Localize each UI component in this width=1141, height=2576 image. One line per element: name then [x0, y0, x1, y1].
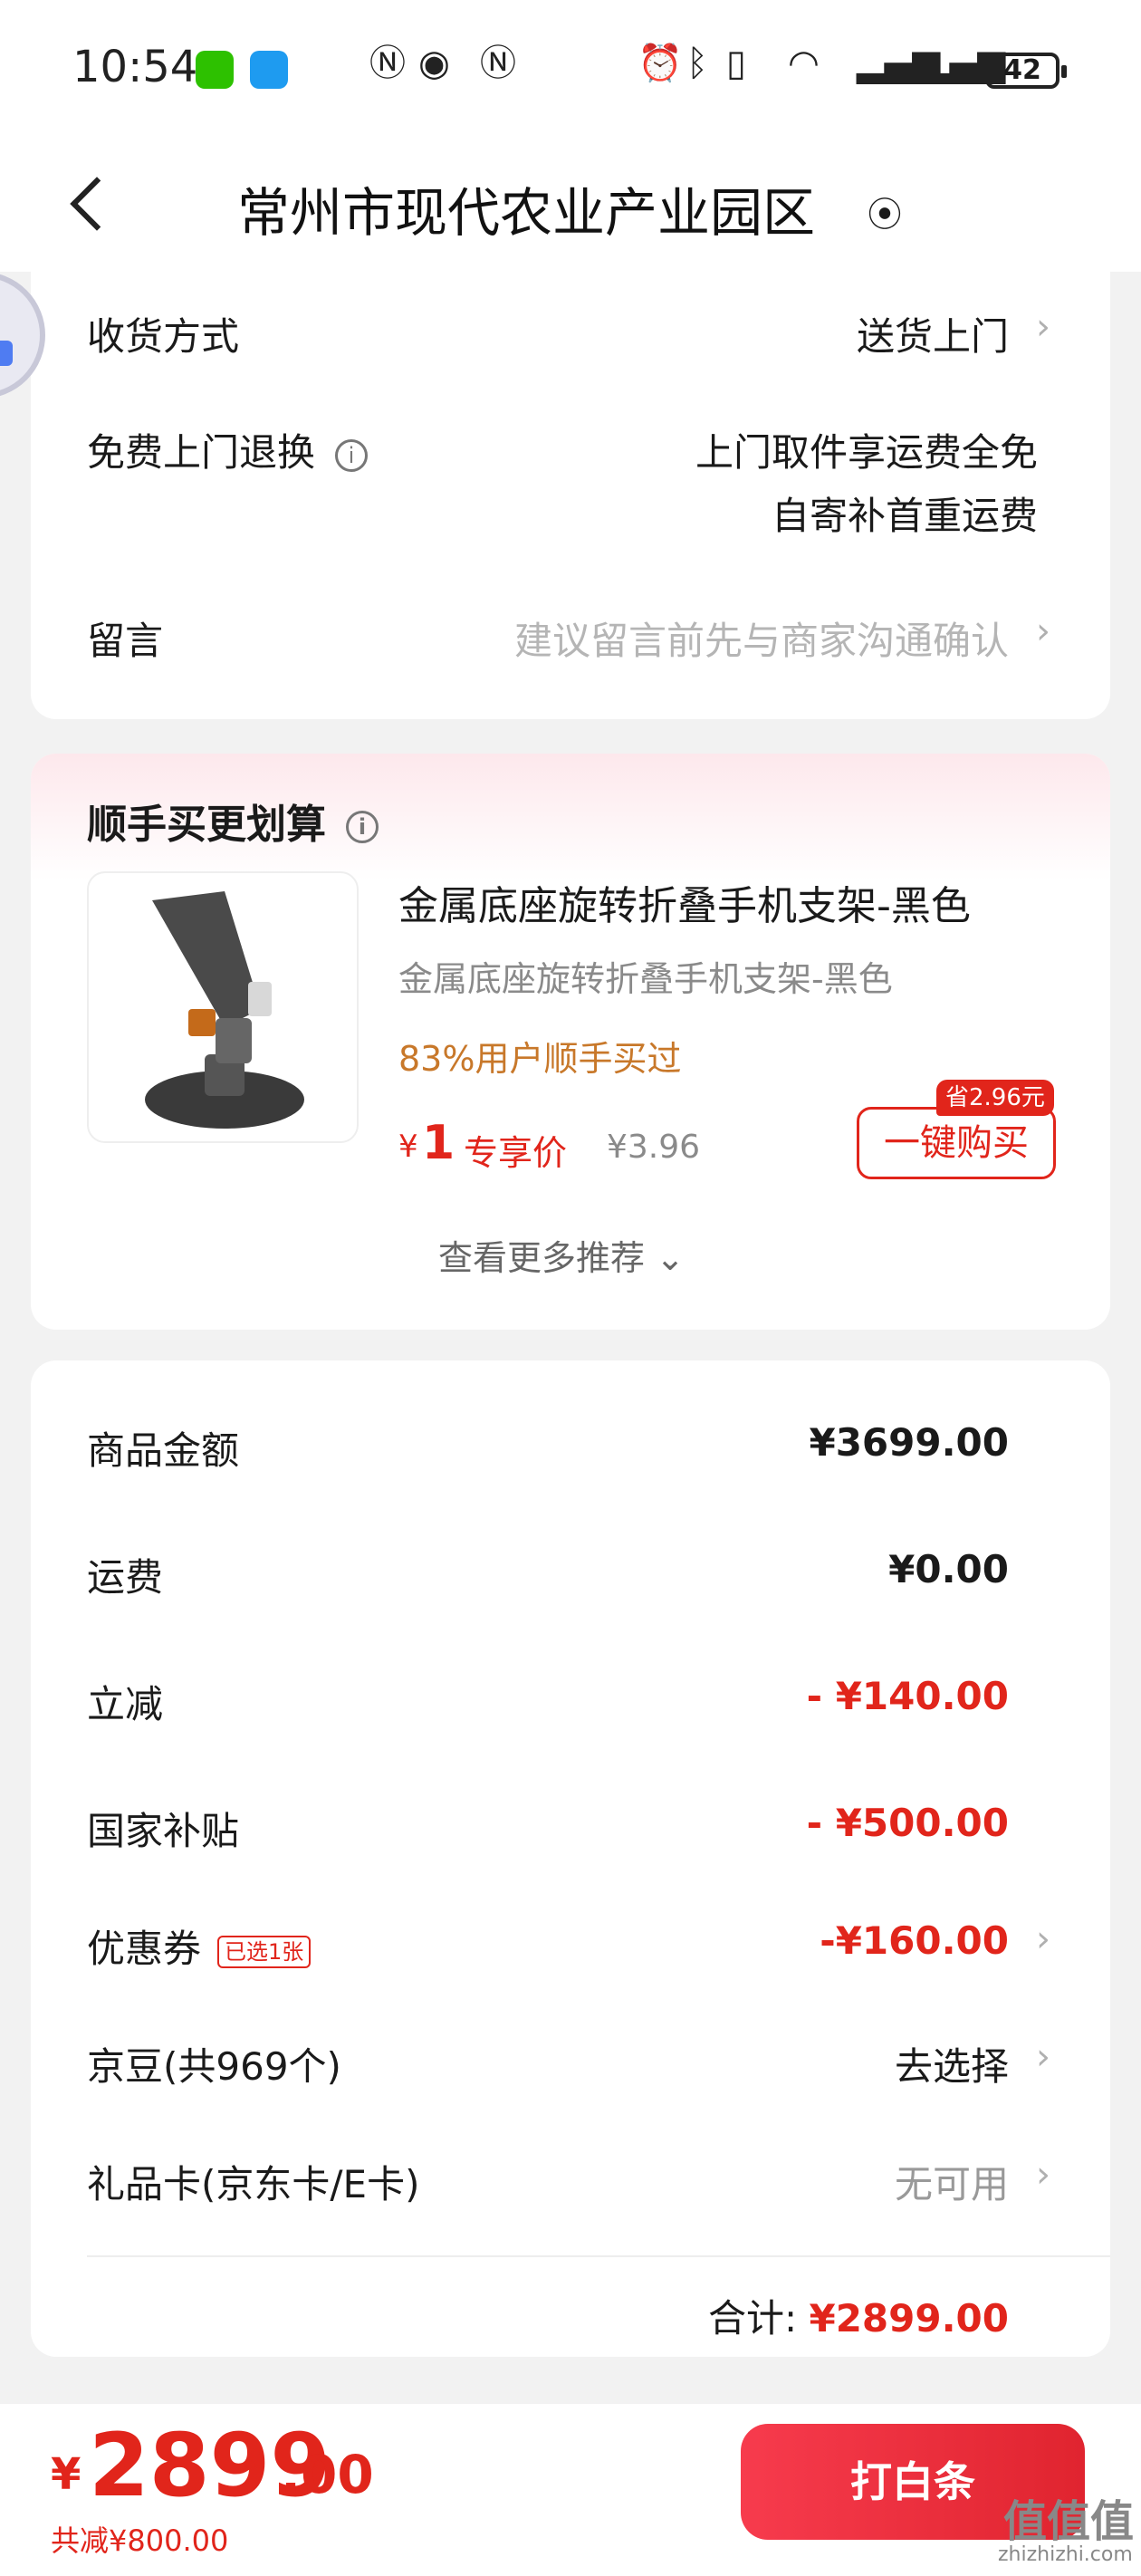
promo-price: 1	[422, 1116, 455, 1170]
message-input[interactable]: 建议留言前先与商家沟通确认	[514, 610, 1009, 666]
phone-stand-icon	[145, 891, 304, 1129]
gift-card-label: 礼品卡(京东卡/E卡)	[87, 2162, 420, 2206]
one-click-buy-button[interactable]: 一键购买	[857, 1107, 1056, 1179]
jd-beans-value[interactable]: 去选择	[895, 2036, 1009, 2091]
free-return-line1: 上门取件享运费全免	[695, 430, 1038, 475]
goods-amount-value: ¥3699.00	[809, 1420, 1009, 1465]
national-subsidy-label: 国家补贴	[87, 1809, 240, 1853]
watermark-logo: 值值值	[1003, 2496, 1135, 2547]
promo-title-text: 顺手买更划算	[87, 802, 326, 848]
total-row: 合计: ¥2899.00	[708, 2288, 1009, 2343]
back-button[interactable]	[65, 167, 120, 239]
shipping-label: 运费	[87, 1555, 164, 1600]
chevron-right-icon[interactable]: ›	[1036, 2036, 1050, 2078]
nfc-icon: Ⓝ	[480, 43, 516, 84]
location-pin-icon[interactable]: ⦿	[868, 187, 902, 236]
shipping-value: ¥0.00	[888, 1547, 1009, 1591]
promo-price-tag: 专享价	[464, 1133, 568, 1173]
navigation-bar: 常州市现代农业产业园区 ⦿	[0, 136, 1141, 272]
vibrate-icon: ▯	[726, 43, 747, 84]
status-time: 10:54	[72, 42, 198, 92]
delivery-method-value[interactable]: 送货上门	[857, 306, 1009, 361]
order-summary-card: 商品金额 ¥3699.00 运费 ¥0.00 立减 - ¥140.00 国家补贴…	[31, 1360, 1110, 2357]
pay-amount-decimal: .00	[281, 2444, 374, 2505]
promo-title: 顺手买更划算 i	[87, 792, 379, 850]
message-label: 留言	[87, 619, 164, 663]
promo-price-symbol: ¥	[398, 1129, 418, 1165]
chevron-right-icon[interactable]: ›	[1036, 2154, 1050, 2196]
gift-card-value[interactable]: 无可用	[895, 2154, 1009, 2209]
promo-social-proof: 83%用户顺手买过	[398, 1039, 682, 1079]
free-return-label: 免费上门退换 i	[87, 422, 369, 477]
info-icon[interactable]: i	[335, 438, 369, 472]
total-saved: 共减¥800.00	[51, 2523, 229, 2558]
national-subsidy-value: - ¥500.00	[806, 1801, 1009, 1845]
jd-beans-label: 京豆(共969个)	[87, 2044, 341, 2089]
chevron-right-icon[interactable]: ›	[1036, 306, 1050, 348]
coupon-value[interactable]: -¥160.00	[820, 1918, 1009, 1963]
wifi-icon: ◠	[788, 43, 820, 84]
page-title[interactable]: 常州市现代农业产业园区	[237, 170, 815, 246]
assistant-icon	[0, 341, 13, 366]
total-value: ¥2899.00	[809, 2296, 1009, 2341]
goods-amount-label: 商品金额	[87, 1428, 240, 1473]
wechat-icon	[196, 51, 234, 89]
chevron-right-icon[interactable]: ›	[1036, 610, 1050, 652]
delivery-method-label: 收货方式	[87, 314, 240, 359]
promo-original-price: ¥3.96	[607, 1129, 701, 1166]
checkout-bar: ¥ 2899 .00 共减¥800.00 打白条 值值值 zhizhizhi.c…	[0, 2404, 1141, 2576]
product-image[interactable]	[87, 871, 359, 1143]
status-bar: 10:54 Ⓝ ◉ Ⓝ ⏰ ᛒ ▯ ◠ ▂▄▆ ▂▄▆ 42	[0, 0, 1141, 136]
divider	[87, 2255, 1110, 2257]
bluetooth-icon: ᛒ	[686, 43, 708, 84]
coupon-selected-tag: 已选1张	[217, 1935, 312, 1968]
chevron-right-icon[interactable]: ›	[1036, 1918, 1050, 1960]
add-on-promo-card: 顺手买更划算 i 金属底座旋转折叠手机支架-黑色 金属底座旋转折叠手机支架-黑色 …	[31, 754, 1110, 1330]
eye-icon: ◉	[418, 43, 450, 84]
coupon-label-text: 优惠券	[87, 1927, 202, 1971]
free-return-line2: 自寄补首重运费	[771, 494, 1038, 538]
alarm-icon: ⏰	[638, 43, 683, 84]
see-more-text: 查看更多推荐	[438, 1238, 646, 1278]
coupon-label: 优惠券 已选1张	[87, 1918, 312, 1974]
total-label: 合计:	[707, 2296, 798, 2341]
delivery-card: 收货方式 送货上门 › 免费上门退换 i 上门取件享运费全免 自寄补首重运费 留言…	[31, 272, 1110, 719]
instant-discount-label: 立减	[87, 1682, 164, 1726]
instant-discount-value: - ¥140.00	[806, 1674, 1009, 1718]
nfc-mode-icon: Ⓝ	[369, 43, 406, 84]
watermark-url: zhizhizhi.com	[998, 2543, 1133, 2566]
battery-icon: 42	[985, 53, 1067, 89]
see-more-link[interactable]: 查看更多推荐 ⌄	[438, 1230, 685, 1280]
promo-product-name[interactable]: 金属底座旋转折叠手机支架-黑色	[398, 873, 971, 931]
message-app-icon	[250, 51, 288, 89]
promo-product-spec: 金属底座旋转折叠手机支架-黑色	[398, 959, 893, 999]
free-return-text: 免费上门退换	[87, 430, 316, 475]
chevron-down-icon: ⌄	[656, 1238, 685, 1278]
info-icon[interactable]: i	[346, 811, 379, 843]
pay-currency: ¥	[51, 2449, 82, 2500]
save-badge: 省2.96元	[936, 1080, 1054, 1116]
